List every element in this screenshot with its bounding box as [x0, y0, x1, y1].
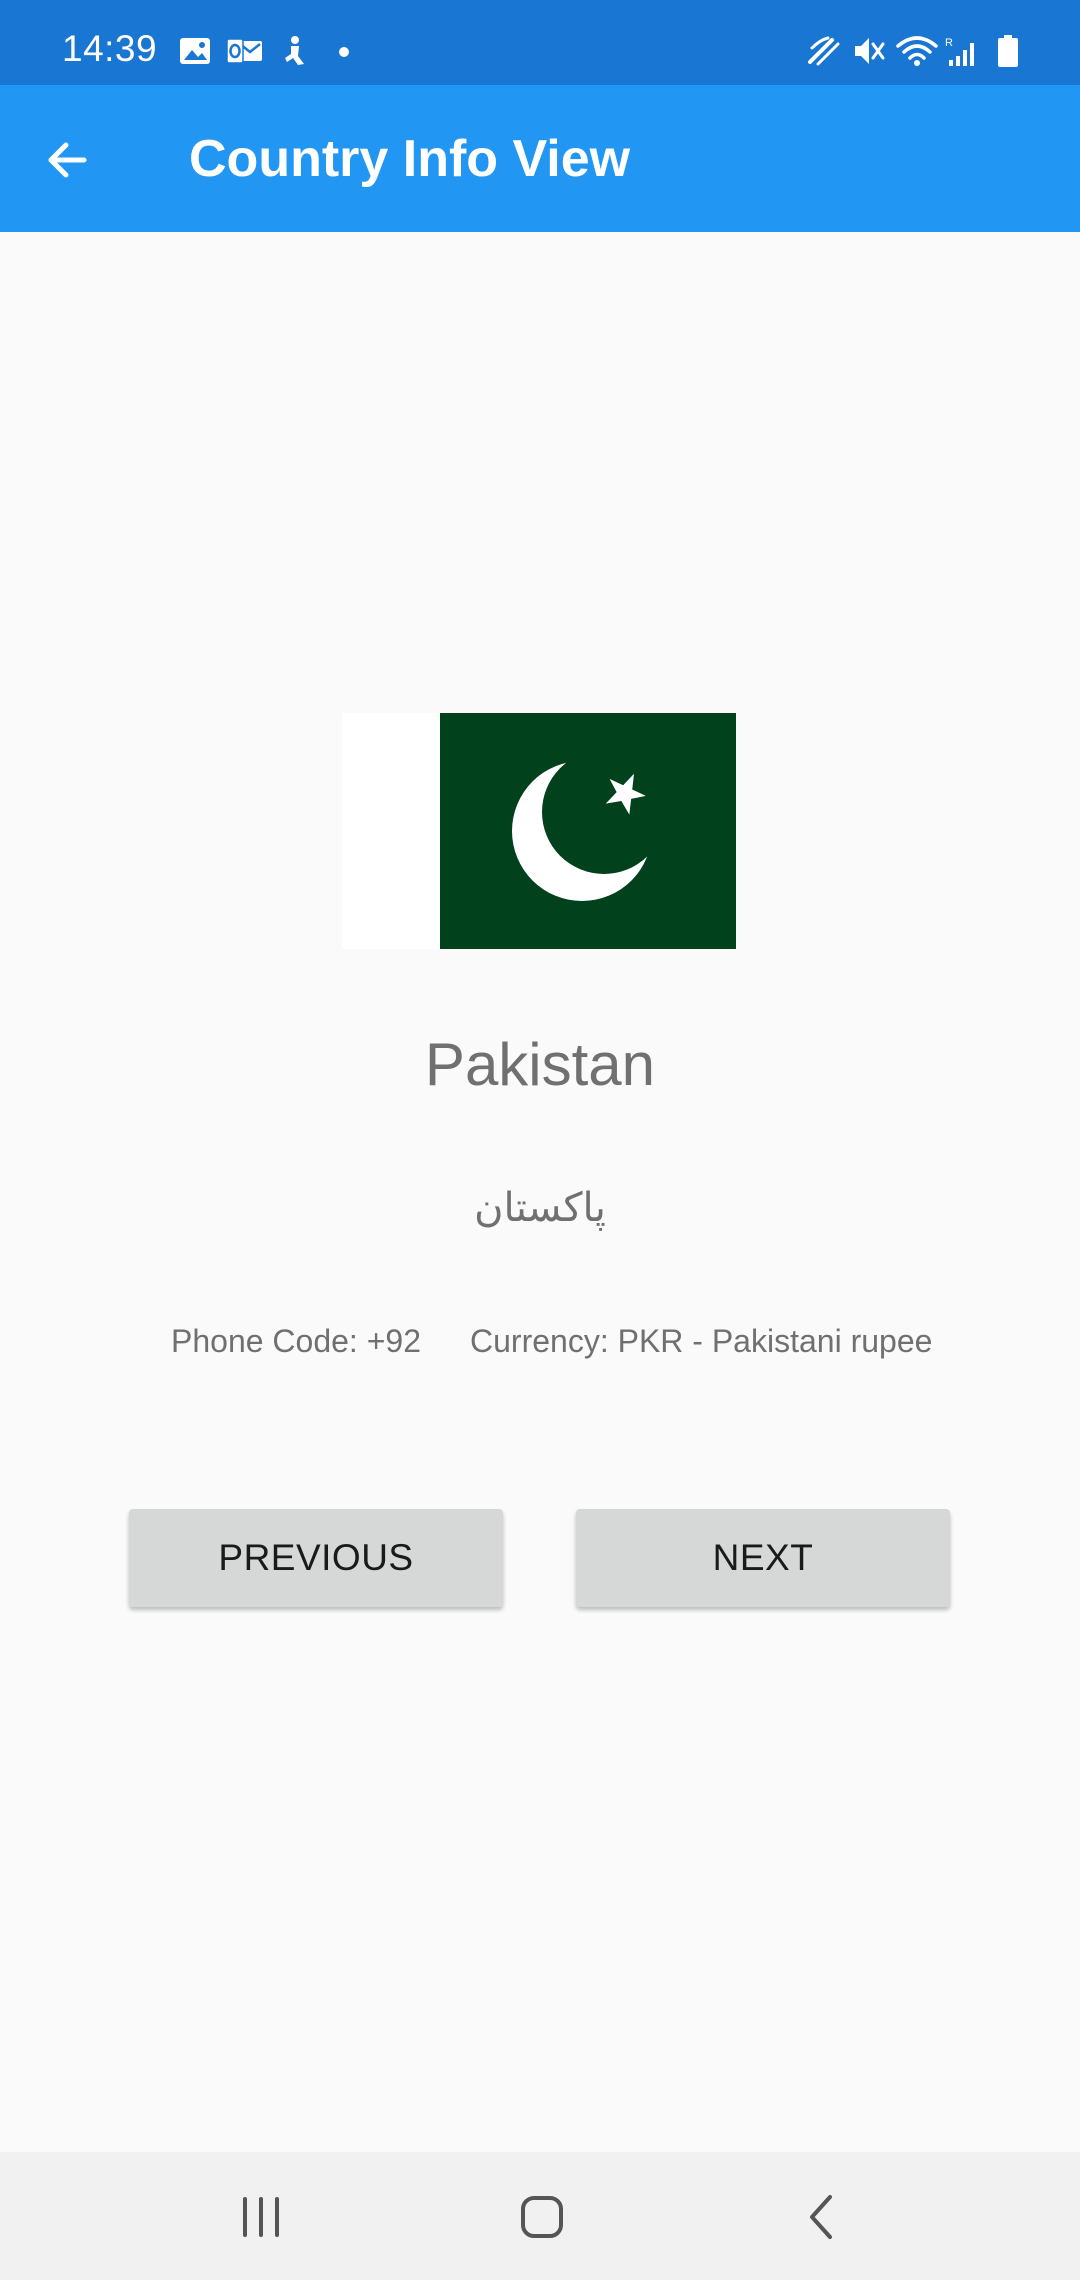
accessibility-icon: [285, 36, 304, 65]
pakistan-flag: [342, 713, 736, 949]
next-button[interactable]: NEXT: [576, 1509, 950, 1607]
previous-button[interactable]: PREVIOUS: [129, 1509, 503, 1607]
page-title: Country Info View: [189, 130, 631, 188]
svg-text:R: R: [945, 37, 953, 49]
phone-code: Phone Code: +92: [171, 1323, 421, 1359]
nfc-icon: [808, 36, 840, 66]
signal-icon: R: [945, 37, 974, 66]
status-bar: 14:39 R: [0, 0, 1080, 85]
status-time: 14:39: [62, 28, 158, 69]
country-name: Pakistan: [424, 1031, 656, 1098]
battery-icon: [998, 35, 1018, 67]
native-name: پاکستان: [474, 1185, 606, 1231]
gallery-icon: [180, 38, 210, 64]
app-bar: Country Info View: [0, 85, 1080, 232]
arrow-left-icon[interactable]: [40, 132, 96, 188]
wifi-icon: [896, 36, 938, 66]
outlook-icon: [226, 38, 262, 64]
recent-apps-icon[interactable]: [226, 2182, 296, 2252]
currency: Currency: PKR - Pakistani rupee: [470, 1323, 933, 1359]
navigation-bar: [0, 2152, 1080, 2280]
back-icon[interactable]: [788, 2182, 858, 2252]
dot-icon: [339, 47, 349, 57]
home-icon[interactable]: [507, 2182, 577, 2252]
mute-icon: [855, 38, 885, 64]
